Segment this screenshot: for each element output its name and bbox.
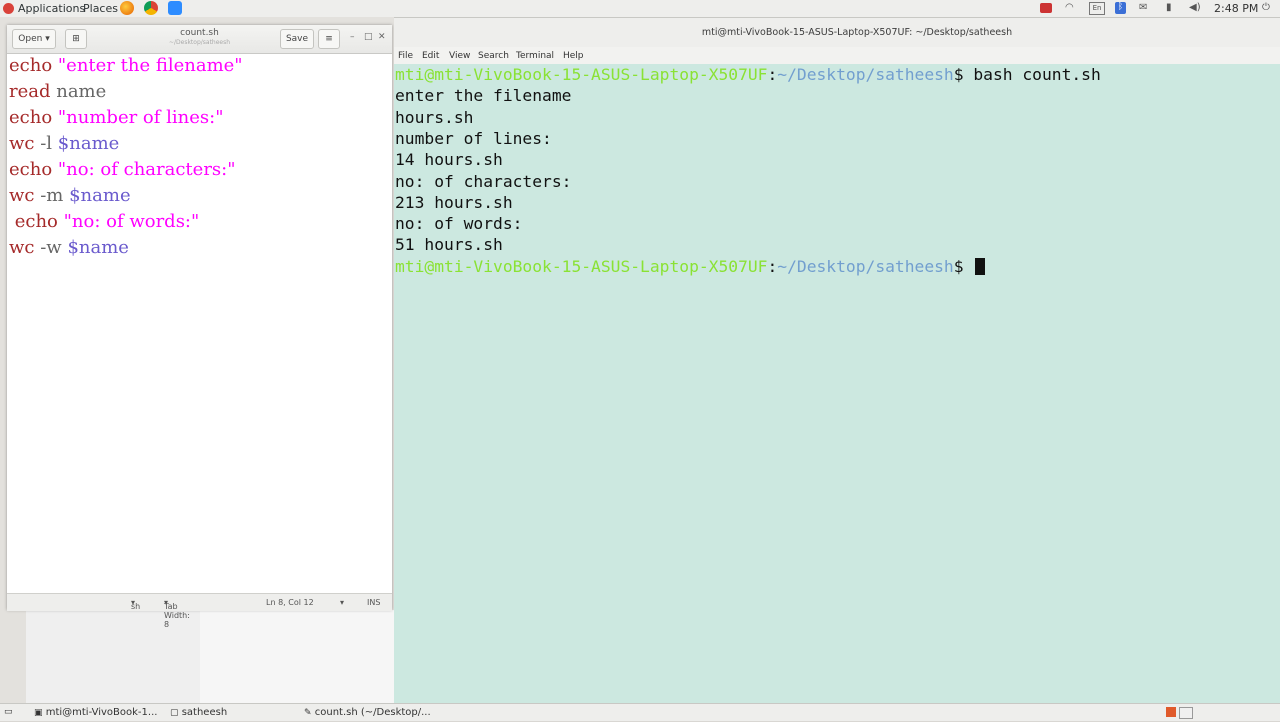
code-token: $name bbox=[67, 237, 129, 258]
applications-menu[interactable]: Applications bbox=[18, 2, 85, 15]
battery-icon[interactable]: ▮ bbox=[1166, 2, 1172, 13]
terminal-titlebar: mti@mti-VivoBook-15-ASUS-Laptop-X507UF: … bbox=[394, 18, 1280, 48]
taskbar-item-editor[interactable]: ✎ count.sh (~/Desktop/... bbox=[304, 704, 431, 721]
code-token: echo bbox=[9, 159, 58, 180]
cursor-position[interactable]: Ln 8, Col 12 bbox=[266, 598, 314, 607]
close-icon[interactable]: ✕ bbox=[378, 32, 386, 42]
code-line: read name bbox=[9, 80, 106, 104]
output-line: 213 hours.sh bbox=[395, 192, 513, 212]
output-line: hours.sh bbox=[395, 107, 474, 127]
code-token: -w bbox=[34, 237, 68, 258]
code-line: echo "no: of words:" bbox=[9, 210, 200, 234]
terminal-cursor bbox=[975, 257, 986, 275]
code-token: $name bbox=[69, 185, 131, 206]
firefox-icon[interactable] bbox=[120, 1, 134, 15]
output-line: 51 hours.sh bbox=[395, 235, 503, 255]
terminal-menubar: File Edit View Search Terminal Help bbox=[394, 47, 1280, 64]
code-token: echo bbox=[9, 211, 64, 232]
taskbar-item-folder[interactable]: ▢ satheesh bbox=[170, 704, 227, 721]
prompt-line: mti@mti-VivoBook-15-ASUS-Laptop-X507UF:~… bbox=[395, 256, 986, 277]
save-button[interactable]: Save bbox=[280, 29, 314, 49]
output-line: enter the filename bbox=[395, 86, 572, 106]
places-menu[interactable]: Places bbox=[83, 2, 118, 15]
editor-icon: ✎ bbox=[304, 708, 312, 718]
taskbar: ▭ ▣ mti@mti-VivoBook-1... ▢ satheesh ✎ c… bbox=[0, 703, 1280, 721]
code-token: "no: of words:" bbox=[63, 211, 200, 232]
new-tab-button[interactable]: ⊞ bbox=[65, 29, 87, 49]
chevron-down-icon[interactable]: ▾ bbox=[340, 598, 344, 607]
terminal-output[interactable]: mti@mti-VivoBook-15-ASUS-Laptop-X507UF:~… bbox=[394, 64, 1280, 704]
menu-file[interactable]: File bbox=[398, 51, 413, 61]
menu-edit[interactable]: Edit bbox=[422, 51, 439, 61]
show-desktop-icon[interactable]: ▭ bbox=[4, 704, 13, 721]
output-line: no: of characters: bbox=[395, 171, 572, 191]
record-icon[interactable] bbox=[1040, 3, 1052, 13]
zoom-icon[interactable] bbox=[168, 1, 182, 15]
code-token: "enter the filename" bbox=[57, 55, 243, 76]
taskbar-item-terminal[interactable]: ▣ mti@mti-VivoBook-1... bbox=[34, 704, 157, 721]
code-line: wc -l $name bbox=[9, 132, 119, 156]
document-title: count.sh bbox=[180, 28, 219, 38]
code-token: wc bbox=[9, 133, 35, 154]
open-button[interactable]: Open ▾ bbox=[12, 29, 56, 49]
code-line: echo "enter the filename" bbox=[9, 54, 243, 78]
code-token: -l bbox=[34, 133, 58, 154]
chrome-icon[interactable] bbox=[144, 1, 158, 15]
minimize-icon[interactable]: – bbox=[350, 32, 355, 42]
code-token: echo bbox=[9, 107, 58, 128]
command-line: mti@mti-VivoBook-15-ASUS-Laptop-X507UF:~… bbox=[395, 65, 1101, 84]
terminal-title: mti@mti-VivoBook-15-ASUS-Laptop-X507UF: … bbox=[701, 27, 1013, 38]
volume-icon[interactable]: ◀) bbox=[1189, 2, 1201, 13]
terminal-icon: ▣ bbox=[34, 708, 43, 718]
code-line: echo "no: of characters:" bbox=[9, 158, 236, 182]
wifi-icon[interactable]: ◠ bbox=[1065, 2, 1074, 13]
language-selector[interactable]: sh ▾ bbox=[131, 598, 140, 611]
output-line: 14 hours.sh bbox=[395, 150, 503, 170]
document-path: ~/Desktop/satheesh bbox=[168, 39, 231, 46]
code-token: wc bbox=[9, 237, 35, 258]
code-token: "no: of characters:" bbox=[57, 159, 236, 180]
applications-icon[interactable] bbox=[3, 3, 14, 14]
menu-help[interactable]: Help bbox=[563, 51, 584, 61]
terminal-window: mti@mti-VivoBook-15-ASUS-Laptop-X507UF: … bbox=[394, 18, 1280, 704]
editor-text-area[interactable]: echo "enter the filename" read name echo "… bbox=[7, 53, 392, 593]
status-bar: sh ▾ Tab Width: 8 ▾ Ln 8, Col 12 ▾ INS bbox=[7, 593, 392, 629]
insert-mode: INS bbox=[367, 598, 381, 607]
clock[interactable]: 2:48 PM bbox=[1214, 2, 1258, 15]
code-token: "number of lines:" bbox=[57, 107, 224, 128]
code-line: wc -m $name bbox=[9, 184, 131, 208]
mail-icon[interactable]: ✉ bbox=[1139, 2, 1147, 13]
editor-headerbar: Open ▾ ⊞ count.sh ~/Desktop/satheesh Sav… bbox=[7, 25, 392, 54]
output-line: number of lines: bbox=[395, 128, 552, 148]
keyboard-icon[interactable]: En bbox=[1089, 2, 1105, 15]
hamburger-menu-icon[interactable]: ≡ bbox=[318, 29, 340, 49]
tab-width-selector[interactable]: Tab Width: 8 ▾ bbox=[164, 598, 190, 629]
code-line: echo "number of lines:" bbox=[9, 106, 224, 130]
bluetooth-icon[interactable]: ᛒ bbox=[1115, 2, 1126, 14]
workspace-2-icon[interactable] bbox=[1179, 707, 1193, 719]
top-panel: Applications Places ◠ En ᛒ ✉ ▮ ◀) 2:48 P… bbox=[0, 0, 1280, 18]
menu-search[interactable]: Search bbox=[478, 51, 509, 61]
output-line: no: of words: bbox=[395, 214, 523, 234]
power-icon[interactable]: ⏻ bbox=[1262, 2, 1270, 13]
background-window-pane bbox=[200, 610, 394, 703]
maximize-icon[interactable]: □ bbox=[364, 32, 373, 42]
folder-icon: ▢ bbox=[170, 708, 179, 718]
code-token: echo bbox=[9, 55, 58, 76]
code-token: read bbox=[9, 81, 57, 102]
menu-view[interactable]: View bbox=[449, 51, 470, 61]
code-token: -m bbox=[34, 185, 70, 206]
text-editor-window: Open ▾ ⊞ count.sh ~/Desktop/satheesh Sav… bbox=[7, 25, 392, 629]
code-token: name bbox=[56, 81, 107, 102]
code-token: $name bbox=[57, 133, 120, 154]
menu-terminal[interactable]: Terminal bbox=[516, 51, 554, 61]
workspace-1-icon[interactable] bbox=[1166, 707, 1176, 717]
code-token: wc bbox=[9, 185, 35, 206]
code-line: wc -w $name bbox=[9, 236, 129, 260]
